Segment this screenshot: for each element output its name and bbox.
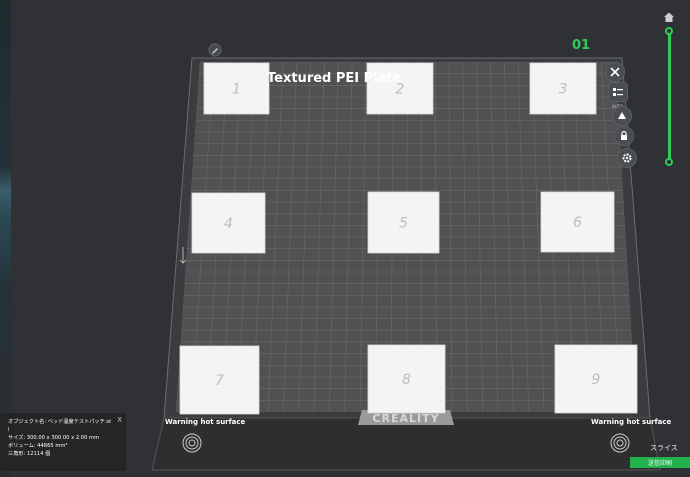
patch-number: 7 <box>215 373 224 389</box>
patch-number: 9 <box>592 372 601 388</box>
close-button[interactable] <box>605 62 625 82</box>
layer-slider-bottom-handle[interactable] <box>665 158 673 166</box>
object-list-button[interactable] <box>608 82 628 102</box>
patch-number: 1 <box>232 82 241 98</box>
patch-number: 5 <box>399 216 408 232</box>
lock-button[interactable] <box>614 126 634 146</box>
info-close-button[interactable]: X <box>117 416 122 424</box>
object-size: サイズ: 300.00 x 300.00 x 2.00 mm <box>8 435 100 441</box>
plate-title: Textured PEI Plate <box>267 71 402 86</box>
patch-number: 4 <box>224 216 233 232</box>
plate-number: 01 <box>572 38 591 53</box>
pencil-icon[interactable] <box>208 43 222 57</box>
warning-left: Warning hot surface <box>165 418 246 426</box>
list-icon <box>613 88 623 96</box>
close-icon <box>610 67 620 77</box>
auto-orient-button[interactable] <box>612 106 632 126</box>
warning-right: Warning hot surface <box>591 418 672 426</box>
slice-button[interactable]: スライス <box>650 443 678 453</box>
brand-logo: CREALITY <box>372 412 439 425</box>
lock-icon <box>621 130 627 140</box>
layer-slider[interactable] <box>668 30 671 162</box>
object-info-panel: X オブジェクト名: ベッド温度テストパッチ.st l サイズ: 300.00 … <box>0 413 126 471</box>
patch-number: 8 <box>402 372 411 388</box>
build-plate-viewport[interactable]: CREALITY Warning hot surface Warning hot… <box>0 0 690 477</box>
gear-icon <box>622 153 632 163</box>
object-name: オブジェクト名: ベッド温度テストパッチ.st <box>8 419 112 425</box>
auto-orient-icon <box>618 112 626 119</box>
patch-number: 3 <box>559 82 568 98</box>
home-icon[interactable] <box>663 11 675 23</box>
object-name-wrap: l <box>8 427 10 433</box>
send-print-button[interactable]: 送信印刷 <box>630 457 690 468</box>
object-volume: ボリューム: 44865 mm³ <box>8 443 68 449</box>
settings-button[interactable] <box>617 148 637 168</box>
object-triangles: 三角形: 12114 個 <box>8 451 51 457</box>
layer-slider-top-handle[interactable] <box>665 27 673 35</box>
patch-number: 6 <box>573 215 582 231</box>
